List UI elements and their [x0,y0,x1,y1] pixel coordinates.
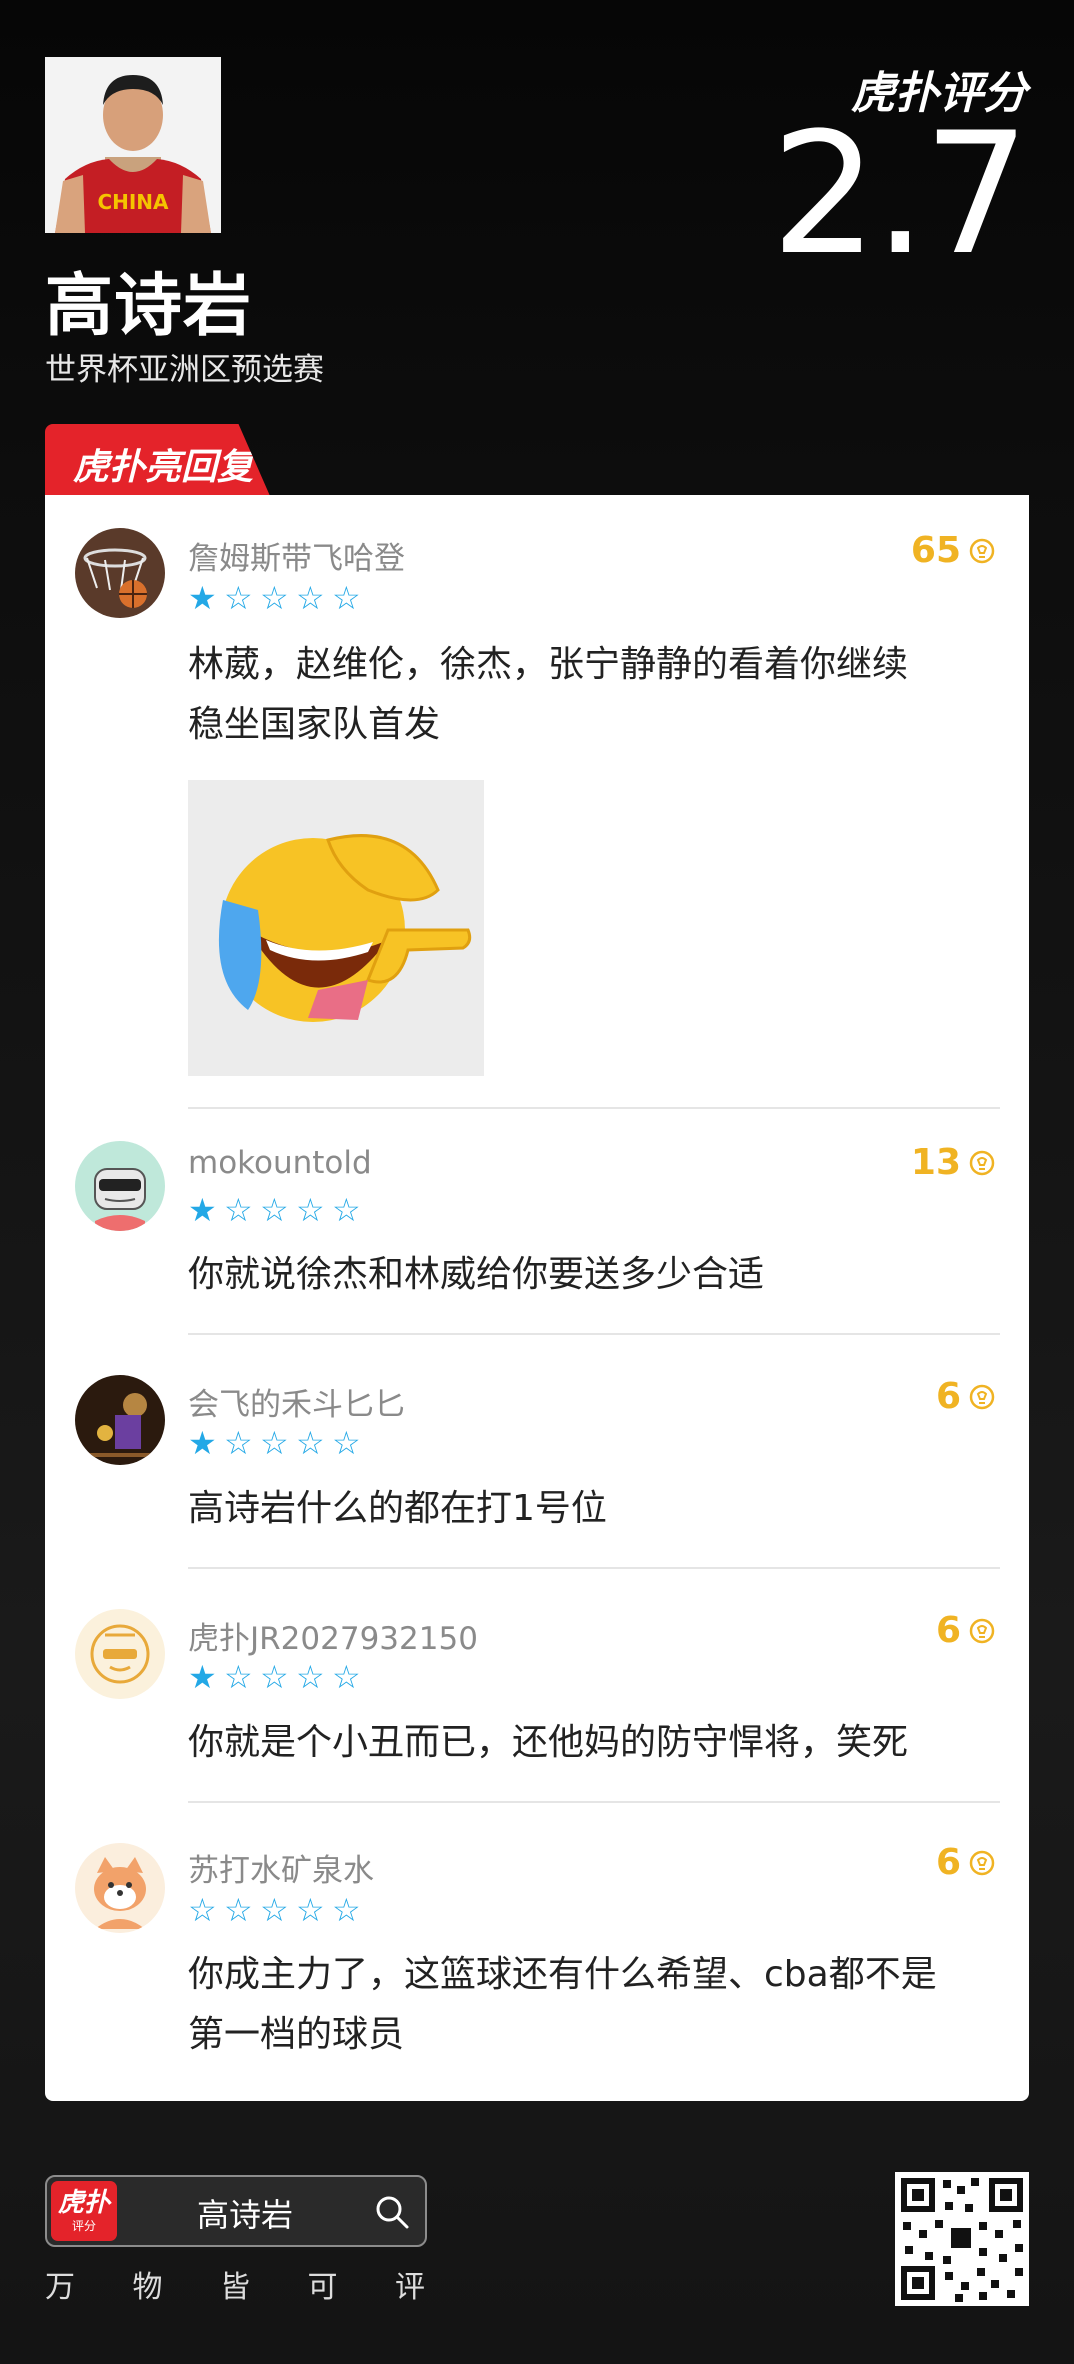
like-button[interactable]: 13 [911,1142,995,1183]
like-button[interactable]: 6 [936,1376,995,1417]
player-name: 高诗岩 [45,267,253,346]
like-count: 6 [935,1842,961,1883]
star-empty-icon: ☆ [224,1191,253,1229]
highlight-replies-tab: 虎扑亮回复 [45,424,270,496]
star-rating: ★ ☆ ☆ ☆ ☆ [188,1427,364,1459]
comment-text: 林葳，赵维伦，徐杰，张宁静静的看着你继续 稳坐国家队首发 [188,644,909,745]
comment-username[interactable]: 詹姆斯带飞哈登 [188,533,405,578]
star-empty-icon: ☆ [188,1891,217,1929]
like-button[interactable]: 65 [911,530,995,571]
lightbulb-icon [969,1618,995,1643]
star-empty-icon: ☆ [332,1658,361,1696]
comment-username[interactable]: 苏打水矿泉水 [188,1845,374,1890]
comments-card: 詹姆斯带飞哈登 ★ ☆ ☆ ☆ ☆ 65 林葳，赵维伦，徐杰，张宁静静的看着你继… [45,495,1029,2101]
star-filled-icon: ★ [188,1424,217,1462]
tab-label: 虎扑亮回复 [73,447,254,488]
star-empty-icon: ☆ [296,1424,325,1462]
star-rating: ★ ☆ ☆ ☆ ☆ [188,582,364,614]
qr-code-icon [895,2172,1029,2306]
star-empty-icon: ☆ [224,1424,253,1462]
star-rating: ★ ☆ ☆ ☆ ☆ [188,1194,364,1226]
search-bar[interactable]: 虎扑 评分 高诗岩 [45,2175,427,2247]
score-value: 2.7 [770,96,1030,292]
comment-divider [188,1333,1000,1335]
star-filled-icon: ★ [188,579,217,617]
comment-text: 你就说徐杰和林威给你要送多少合适 [188,1254,765,1295]
star-empty-icon: ☆ [260,579,289,617]
search-icon[interactable] [373,2193,411,2231]
lightbulb-icon [969,1850,995,1875]
lightbulb-icon [969,1384,995,1409]
lightbulb-icon [969,1150,995,1175]
comment-divider [188,1107,1000,1109]
svg-text:CHINA: CHINA [97,190,169,214]
star-rating: ☆ ☆ ☆ ☆ ☆ [188,1894,364,1926]
like-count: 65 [910,530,961,571]
search-text[interactable]: 高诗岩 [197,2190,293,2236]
comment-username[interactable]: 会飞的禾斗匕匕 [188,1379,405,1424]
star-filled-icon: ★ [188,1191,217,1229]
basketball-hoop-avatar[interactable] [75,528,165,618]
comment-username[interactable]: 虎扑JR2027932150 [188,1613,478,1658]
lightbulb-icon [969,538,995,563]
star-empty-icon: ☆ [332,1191,361,1229]
star-empty-icon: ☆ [332,1891,361,1929]
star-empty-icon: ☆ [260,1424,289,1462]
star-empty-icon: ☆ [224,1891,253,1929]
star-empty-icon: ☆ [260,1191,289,1229]
slogan: 万 物 皆 可 评 [45,2270,425,2305]
default-hupu-avatar[interactable] [75,1609,165,1699]
comment-username[interactable]: mokountold [188,1145,372,1181]
star-empty-icon: ☆ [332,1424,361,1462]
star-empty-icon: ☆ [224,1658,253,1696]
star-rating: ★ ☆ ☆ ☆ ☆ [188,1661,364,1693]
star-empty-icon: ☆ [332,579,361,617]
like-count: 13 [910,1142,961,1183]
star-empty-icon: ☆ [224,579,253,617]
like-button[interactable]: 6 [936,1842,995,1883]
star-empty-icon: ☆ [296,1658,325,1696]
comment-text: 高诗岩什么的都在打1号位 [188,1488,607,1529]
like-count: 6 [935,1610,961,1651]
star-empty-icon: ☆ [260,1658,289,1696]
comment-text: 你成主力了，这篮球还有什么希望、cba都不是 第一档的球员 [188,1954,937,2055]
like-count: 6 [935,1376,961,1417]
comment-text: 你就是个小丑而已，还他妈的防守悍将，笑死 [188,1722,909,1763]
sunglasses-robot-avatar[interactable] [75,1141,165,1231]
facepalm-laugh-pointing-emoji[interactable] [188,780,484,1076]
event-name: 世界杯亚洲区预选赛 [45,352,324,388]
star-empty-icon: ☆ [260,1891,289,1929]
comment-divider [188,1801,1000,1803]
like-button[interactable]: 6 [936,1610,995,1651]
shiba-dog-avatar[interactable] [75,1843,165,1933]
star-empty-icon: ☆ [296,1891,325,1929]
star-filled-icon: ★ [188,1658,217,1696]
player-photo: CHINA [45,57,221,233]
hupu-rating-logo: 虎扑 评分 [51,2181,117,2241]
basketball-player-avatar[interactable] [75,1375,165,1465]
star-empty-icon: ☆ [296,579,325,617]
comment-divider [188,1567,1000,1569]
star-empty-icon: ☆ [296,1191,325,1229]
